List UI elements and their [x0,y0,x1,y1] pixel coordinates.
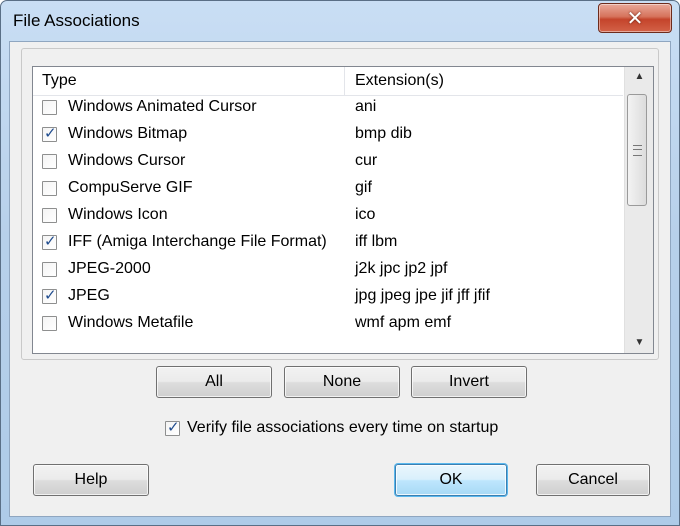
file-extensions: iff lbm [355,233,398,250]
cancel-button[interactable]: Cancel [536,464,650,496]
list-item[interactable]: Windows Cursor cur [33,149,623,176]
column-header-type[interactable]: Type [42,72,77,90]
list-item[interactable]: CompuServe GIF gif [33,176,623,203]
list-header: Type Extension(s) [33,67,623,96]
column-header-extensions[interactable]: Extension(s) [355,72,444,90]
file-extensions: wmf apm emf [355,314,452,331]
verify-checkbox[interactable]: ✓ [165,418,180,436]
file-type-list[interactable]: Type Extension(s) Windows Animated Curso… [32,66,654,354]
file-extensions: ani [355,98,377,115]
chevron-up-icon[interactable]: ▲ [625,67,653,87]
file-type-name: IFF (Amiga Interchange File Format) [68,233,327,250]
file-type-name: Windows Bitmap [68,125,188,142]
title-bar[interactable]: File Associations ✕ [1,1,679,43]
file-type-name: JPEG [68,287,110,304]
row-checkbox[interactable] [42,262,57,277]
row-checkbox[interactable] [42,181,57,196]
check-icon: ✓ [44,124,57,142]
list-item[interactable]: JPEG-2000 j2k jpc jp2 jpf [33,257,623,284]
file-associations-dialog: File Associations ✕ Type Extension(s) Wi… [0,0,680,526]
file-extensions: bmp dib [355,125,412,142]
check-icon: ✓ [44,286,57,304]
file-extensions: ico [355,206,376,223]
row-checkbox[interactable] [42,100,57,115]
row-checkbox[interactable] [42,316,57,331]
vertical-scrollbar[interactable]: ▲ ▼ [624,67,653,353]
file-extensions: jpg jpeg jpe jif jff jfif [355,287,490,304]
file-type-name: Windows Cursor [68,152,186,169]
ok-button[interactable]: OK [395,464,507,496]
window-title: File Associations [13,11,140,30]
file-type-name: Windows Animated Cursor [68,98,257,115]
list-item[interactable]: Windows Icon ico [33,203,623,230]
scrollbar-thumb[interactable] [627,94,647,206]
select-none-button[interactable]: None [284,366,400,398]
file-type-name: CompuServe GIF [68,179,193,196]
row-checkbox[interactable]: ✓ [42,286,57,304]
select-all-button[interactable]: All [156,366,272,398]
column-divider[interactable] [344,67,345,95]
grip-icon [633,145,642,156]
close-button[interactable]: ✕ [598,3,672,33]
row-checkbox[interactable]: ✓ [42,232,57,250]
list-item[interactable]: ✓ JPEG jpg jpeg jpe jif jff jfif [33,284,623,311]
file-type-name: Windows Icon [68,206,168,223]
check-icon: ✓ [44,232,57,250]
file-extensions: j2k jpc jp2 jpf [355,260,448,277]
file-extensions: gif [355,179,372,196]
dialog-body: Type Extension(s) Windows Animated Curso… [9,41,671,517]
row-checkbox[interactable] [42,154,57,169]
list-item[interactable]: ✓ Windows Bitmap bmp dib [33,122,623,149]
row-checkbox[interactable]: ✓ [42,124,57,142]
list-item[interactable]: ✓ IFF (Amiga Interchange File Format) if… [33,230,623,257]
row-checkbox[interactable] [42,208,57,223]
invert-selection-button[interactable]: Invert [411,366,527,398]
file-type-name: Windows Metafile [68,314,194,331]
help-button[interactable]: Help [33,464,149,496]
file-extensions: cur [355,152,378,169]
list-item[interactable]: Windows Animated Cursor ani [33,95,623,122]
list-item[interactable]: Windows Metafile wmf apm emf [33,311,623,338]
chevron-down-icon[interactable]: ▼ [625,333,653,353]
file-type-name: JPEG-2000 [68,260,151,277]
verify-label: Verify file associations every time on s… [187,419,499,436]
check-icon: ✓ [167,418,180,436]
close-icon: ✕ [626,7,644,30]
